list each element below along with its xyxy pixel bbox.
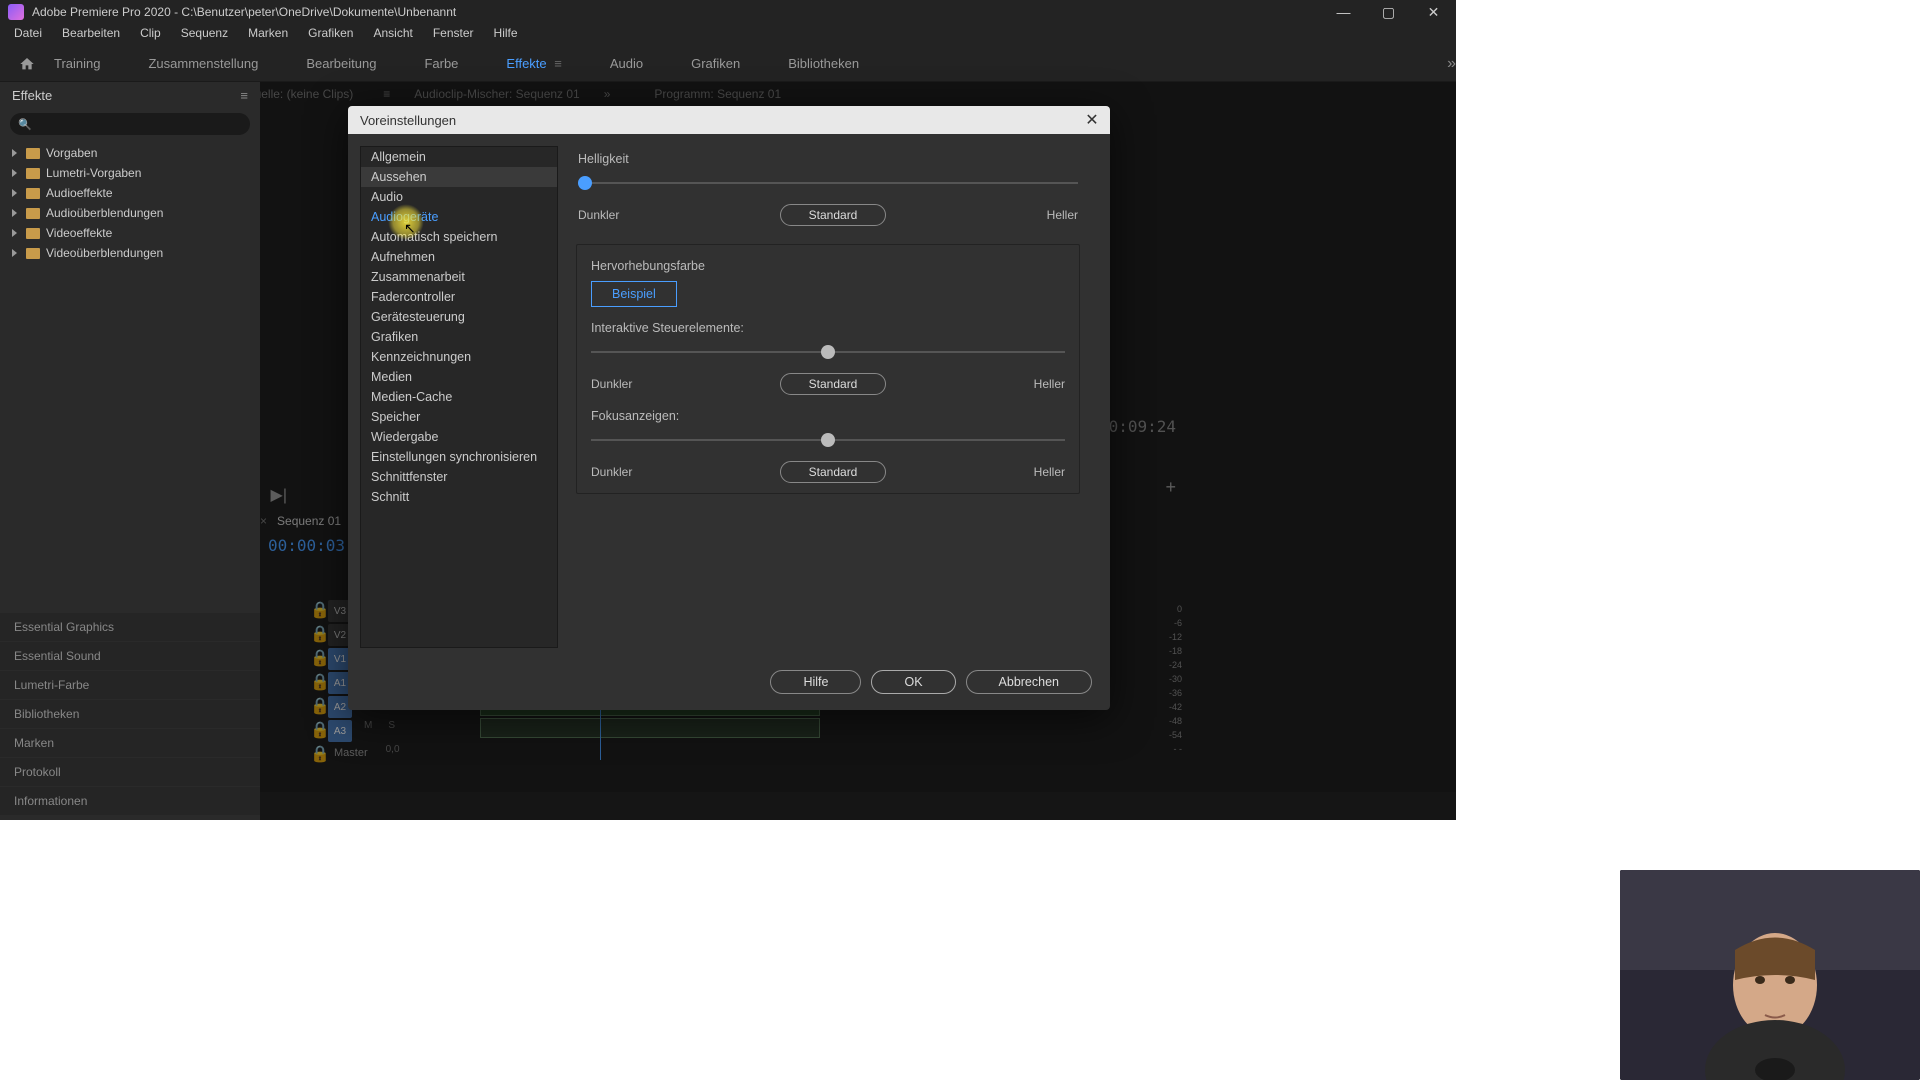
ws-farbe[interactable]: Farbe: [420, 48, 462, 79]
cat-audio[interactable]: Audio: [361, 187, 557, 207]
maximize-button[interactable]: ▢: [1366, 0, 1411, 24]
cat-aufnehmen[interactable]: Aufnehmen: [361, 247, 557, 267]
tree-audioeffekte[interactable]: Audioeffekte: [8, 183, 252, 203]
cat-kennzeichnungen[interactable]: Kennzeichnungen: [361, 347, 557, 367]
menu-ansicht[interactable]: Ansicht: [363, 24, 422, 46]
brightness-darker: Dunkler: [578, 208, 619, 222]
panel-menu-icon[interactable]: ≡: [240, 88, 248, 103]
panel-marken[interactable]: Marken: [0, 729, 260, 757]
panel-lumetri-farbe[interactable]: Lumetri-Farbe: [0, 671, 260, 699]
cat-wiedergabe[interactable]: Wiedergabe: [361, 427, 557, 447]
highlight-color-label: Hervorhebungsfarbe: [591, 259, 1065, 273]
app-logo-icon: [8, 4, 24, 20]
folder-icon: [26, 168, 40, 179]
folder-icon: [26, 228, 40, 239]
focus-darker: Dunkler: [591, 465, 632, 479]
ws-bibliotheken[interactable]: Bibliotheken: [784, 48, 863, 79]
menu-datei[interactable]: Datei: [4, 24, 52, 46]
menu-marken[interactable]: Marken: [238, 24, 298, 46]
ws-training[interactable]: Training: [50, 48, 104, 79]
menu-clip[interactable]: Clip: [130, 24, 171, 46]
folder-icon: [26, 148, 40, 159]
folder-icon: [26, 188, 40, 199]
close-button[interactable]: ✕: [1411, 0, 1456, 24]
cancel-button[interactable]: Abbrechen: [966, 670, 1092, 694]
ok-button[interactable]: OK: [871, 670, 955, 694]
interactive-darker: Dunkler: [591, 377, 632, 391]
help-button[interactable]: Hilfe: [770, 670, 861, 694]
title-bar: Adobe Premiere Pro 2020 - C:\Benutzer\pe…: [0, 0, 1456, 24]
tree-audioueberblendungen[interactable]: Audioüberblendungen: [8, 203, 252, 223]
menu-fenster[interactable]: Fenster: [423, 24, 484, 46]
window-title: Adobe Premiere Pro 2020 - C:\Benutzer\pe…: [32, 5, 456, 19]
cat-geraetesteuerung[interactable]: Gerätesteuerung: [361, 307, 557, 327]
focus-label: Fokusanzeigen:: [591, 409, 1065, 423]
workspace-bar: Training Zusammenstellung Bearbeitung Fa…: [0, 46, 1456, 82]
cat-speicher[interactable]: Speicher: [361, 407, 557, 427]
brightness-standard-button[interactable]: Standard: [780, 204, 887, 226]
cat-schnittfenster[interactable]: Schnittfenster: [361, 467, 557, 487]
panel-informationen[interactable]: Informationen: [0, 787, 260, 815]
interactive-label: Interaktive Steuerelemente:: [591, 321, 1065, 335]
webcam-overlay: [1620, 870, 1920, 1080]
ws-grafiken[interactable]: Grafiken: [687, 48, 744, 79]
brightness-lighter: Heller: [1047, 208, 1078, 222]
panel-bibliotheken[interactable]: Bibliotheken: [0, 700, 260, 728]
preferences-dialog: Voreinstellungen ✕ Allgemein Aussehen Au…: [348, 106, 1110, 710]
interactive-slider[interactable]: [591, 343, 1065, 363]
cat-schnitt[interactable]: Schnitt: [361, 487, 557, 507]
cat-grafiken[interactable]: Grafiken: [361, 327, 557, 347]
cat-fadercontroller[interactable]: Fadercontroller: [361, 287, 557, 307]
cat-medien[interactable]: Medien: [361, 367, 557, 387]
interactive-standard-button[interactable]: Standard: [780, 373, 887, 395]
brightness-label: Helligkeit: [578, 152, 1078, 166]
dialog-title-text: Voreinstellungen: [360, 113, 456, 128]
dialog-close-button[interactable]: ✕: [1082, 110, 1102, 130]
ws-audio[interactable]: Audio: [606, 48, 647, 79]
cursor-icon: ↖: [404, 220, 416, 237]
folder-icon: [26, 208, 40, 219]
tree-videoueberblendungen[interactable]: Videoüberblendungen: [8, 243, 252, 263]
focus-slider[interactable]: [591, 431, 1065, 451]
cat-audiogeraete[interactable]: Audiogeräte: [361, 207, 557, 227]
cat-einstellungen-sync[interactable]: Einstellungen synchronisieren: [361, 447, 557, 467]
cat-auto-speichern[interactable]: Automatisch speichern: [361, 227, 557, 247]
cat-allgemein[interactable]: Allgemein: [361, 147, 557, 167]
brightness-slider[interactable]: [578, 174, 1078, 194]
tree-vorgaben[interactable]: Vorgaben: [8, 143, 252, 163]
cat-aussehen[interactable]: Aussehen: [361, 167, 557, 187]
ws-effekte[interactable]: Effekte ≡: [502, 48, 565, 79]
ws-menu-icon[interactable]: ≡: [554, 56, 562, 71]
ws-bearbeitung[interactable]: Bearbeitung: [302, 48, 380, 79]
example-button[interactable]: Beispiel: [591, 281, 677, 307]
effects-search[interactable]: 🔍: [10, 113, 250, 135]
menu-bearbeiten[interactable]: Bearbeiten: [52, 24, 130, 46]
tree-lumetri[interactable]: Lumetri-Vorgaben: [8, 163, 252, 183]
minimize-button[interactable]: —: [1321, 0, 1366, 24]
menu-bar: Datei Bearbeiten Clip Sequenz Marken Gra…: [0, 24, 1456, 46]
ws-zusammenstellung[interactable]: Zusammenstellung: [144, 48, 262, 79]
cat-zusammenarbeit[interactable]: Zusammenarbeit: [361, 267, 557, 287]
panel-essential-graphics[interactable]: Essential Graphics: [0, 613, 260, 641]
menu-grafiken[interactable]: Grafiken: [298, 24, 363, 46]
focus-lighter: Heller: [1034, 465, 1065, 479]
cat-medien-cache[interactable]: Medien-Cache: [361, 387, 557, 407]
focus-standard-button[interactable]: Standard: [780, 461, 887, 483]
home-icon[interactable]: [18, 56, 36, 72]
effects-panel-title[interactable]: Effekte: [12, 88, 52, 103]
panel-essential-sound[interactable]: Essential Sound: [0, 642, 260, 670]
overflow-icon[interactable]: »: [1447, 55, 1456, 73]
panel-protokoll[interactable]: Protokoll: [0, 758, 260, 786]
menu-hilfe[interactable]: Hilfe: [484, 24, 528, 46]
menu-sequenz[interactable]: Sequenz: [171, 24, 238, 46]
dialog-titlebar[interactable]: Voreinstellungen ✕: [348, 106, 1110, 134]
folder-icon: [26, 248, 40, 259]
prefs-category-list: Allgemein Aussehen Audio Audiogeräte Aut…: [360, 146, 558, 648]
interactive-lighter: Heller: [1034, 377, 1065, 391]
tree-videoeffekte[interactable]: Videoeffekte: [8, 223, 252, 243]
